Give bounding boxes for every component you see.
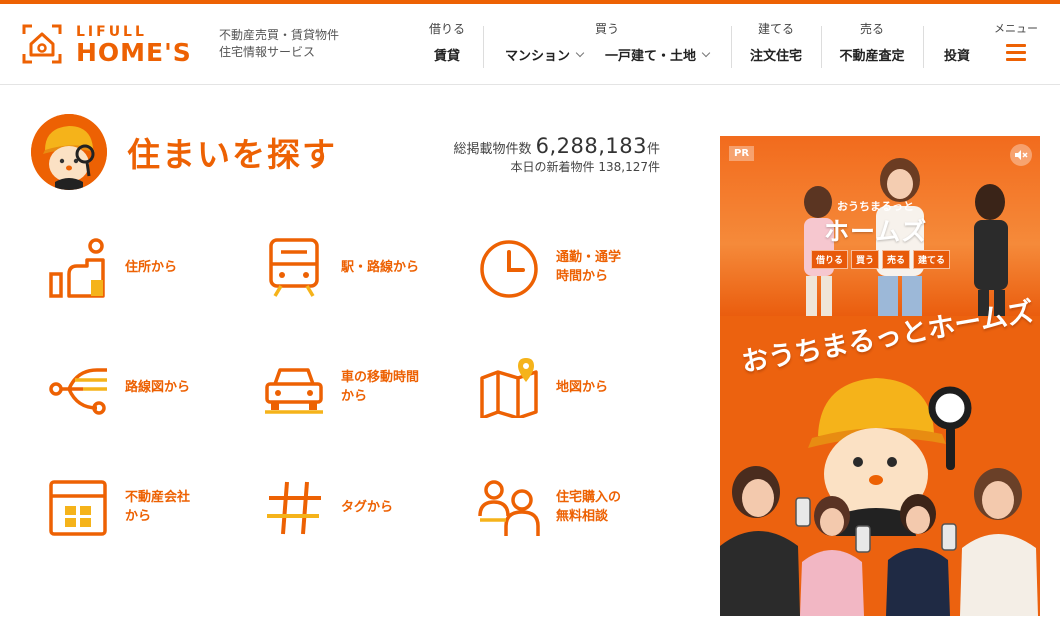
- ad-video-panel[interactable]: PR おうちまるっと ホームズ 借りる 買う 売る 建てる: [720, 136, 1040, 316]
- search-tile-label: 住宅購入の 無料相談: [556, 490, 622, 524]
- site-header: LIFULL HOME'S 不動産売買・賃貸物件 住宅情報サービス 借りる 賃貸…: [0, 4, 1060, 85]
- nav-item-label: 投資: [943, 49, 970, 64]
- nav-category-build: 建てる: [757, 22, 794, 36]
- ad-chip: 建てる: [913, 250, 951, 269]
- nav-divider: [483, 26, 484, 68]
- search-tile-label: 地図から: [556, 379, 609, 395]
- listing-stats: 総掲載物件数 6,288,183件 本日の新着物件 138,127件: [453, 134, 660, 175]
- map-icon: [480, 358, 538, 418]
- route-map-icon: [49, 368, 107, 415]
- section-title: 住まいを探す: [127, 135, 337, 174]
- nav-item-invest[interactable]: 投資: [944, 45, 970, 64]
- site-tagline: 不動産売買・賃貸物件 住宅情報サービス: [219, 27, 339, 61]
- new-listings-label: 本日の新着物件: [510, 160, 595, 174]
- tagline-line-2: 住宅情報サービス: [219, 45, 316, 59]
- new-listings-unit: 件: [647, 160, 660, 174]
- nav-item-label: マンション: [504, 49, 570, 64]
- ad-chips: 借りる 買う 売る 建てる: [811, 250, 951, 269]
- ad-chip: 借りる: [811, 250, 849, 269]
- tagline-line-1: 不動産売買・賃貸物件: [219, 28, 340, 42]
- search-tile-map[interactable]: 地図から: [478, 352, 678, 422]
- nav-item-label: 一戸建て・土地: [605, 49, 697, 64]
- consultation-icon: [478, 480, 540, 536]
- car-icon: [265, 368, 323, 414]
- nav-category-sell: 売る: [859, 22, 884, 36]
- hashtag-icon: [267, 481, 321, 535]
- address-map-icon: [49, 238, 105, 298]
- nav-item-custom-home[interactable]: 注文住宅: [750, 45, 802, 64]
- speaker-mute-icon: [1015, 150, 1028, 160]
- chevron-down-icon: [701, 48, 711, 57]
- search-tile-label: 駅・路線から: [341, 259, 420, 275]
- search-tile-consultation[interactable]: 住宅購入の 無料相談: [478, 472, 678, 542]
- search-tile-label: 住所から: [125, 259, 178, 275]
- ad-chip: 買う: [851, 250, 880, 269]
- logo-text-homes: HOME'S: [76, 38, 192, 67]
- hamburger-icon: [1006, 44, 1026, 62]
- total-listings-label: 総掲載物件数: [453, 142, 532, 157]
- nav-item-house-land[interactable]: 一戸建て・土地: [605, 45, 711, 64]
- search-tile-label: 不動産会社 から: [125, 490, 191, 524]
- nav-group-buy: 買う マンション 一戸建て・土地: [496, 20, 718, 64]
- nav-divider: [731, 26, 732, 68]
- mascot-avatar: [31, 114, 107, 190]
- nav-divider: [821, 26, 822, 68]
- search-tile-station[interactable]: 駅・路線から: [263, 232, 463, 302]
- total-listings-value: 6,288,183: [535, 134, 647, 158]
- nav-group-invest: 投資: [936, 20, 978, 64]
- menu-button[interactable]: メニュー: [990, 20, 1042, 62]
- search-tile-label: 路線図から: [125, 379, 191, 395]
- nav-item-appraisal[interactable]: 不動産査定: [839, 45, 904, 64]
- house-logo-icon: [22, 24, 62, 64]
- nav-divider: [923, 26, 924, 68]
- nav-item-label: 賃貸: [433, 49, 460, 64]
- search-tile-route-map[interactable]: 路線図から: [47, 352, 247, 422]
- pr-badge: PR: [729, 146, 755, 161]
- search-tile-car[interactable]: 車の移動時間 から: [263, 352, 463, 422]
- nav-group-rent: 借りる 賃貸: [424, 20, 470, 64]
- nav-group-sell: 売る 不動産査定: [834, 20, 910, 64]
- nav-category-invest: [936, 20, 978, 36]
- search-tile-tags[interactable]: タグから: [263, 472, 463, 542]
- new-listings-value: 138,127: [598, 160, 648, 174]
- ad-brand-text: ホームズ: [824, 217, 928, 246]
- nav-group-build: 建てる 注文住宅: [744, 20, 808, 64]
- search-tile-agency[interactable]: 不動産会社 から: [47, 472, 247, 542]
- nav-item-label: 不動産査定: [839, 49, 905, 64]
- total-listings-unit: 件: [646, 142, 660, 157]
- chevron-down-icon: [575, 48, 585, 57]
- mute-button[interactable]: [1010, 144, 1032, 166]
- search-tile-label: 車の移動時間 から: [341, 370, 420, 404]
- nav-item-chintai[interactable]: 賃貸: [434, 45, 460, 64]
- search-tile-address[interactable]: 住所から: [47, 232, 247, 302]
- nav-category-rent: 借りる: [428, 22, 465, 36]
- nav-item-label: 注文住宅: [749, 49, 802, 64]
- nav-category-buy: 買う: [594, 22, 619, 36]
- building-icon: [49, 480, 107, 536]
- advertisement-banner[interactable]: PR おうちまるっと ホームズ 借りる 買う 売る 建てる おうちまるっとホーム…: [720, 136, 1040, 616]
- ad-chip: 売る: [882, 250, 911, 269]
- search-tile-label: タグから: [341, 499, 394, 515]
- clock-icon: [480, 240, 538, 298]
- site-logo[interactable]: LIFULL HOME'S: [22, 24, 202, 68]
- mascot-icon: [31, 114, 107, 190]
- nav-item-mansion[interactable]: マンション: [504, 45, 585, 64]
- train-icon: [269, 238, 319, 297]
- menu-label: メニュー: [994, 22, 1038, 35]
- search-tile-commute[interactable]: 通勤・通学 時間から: [478, 232, 678, 302]
- search-tile-label: 通勤・通学 時間から: [556, 250, 622, 284]
